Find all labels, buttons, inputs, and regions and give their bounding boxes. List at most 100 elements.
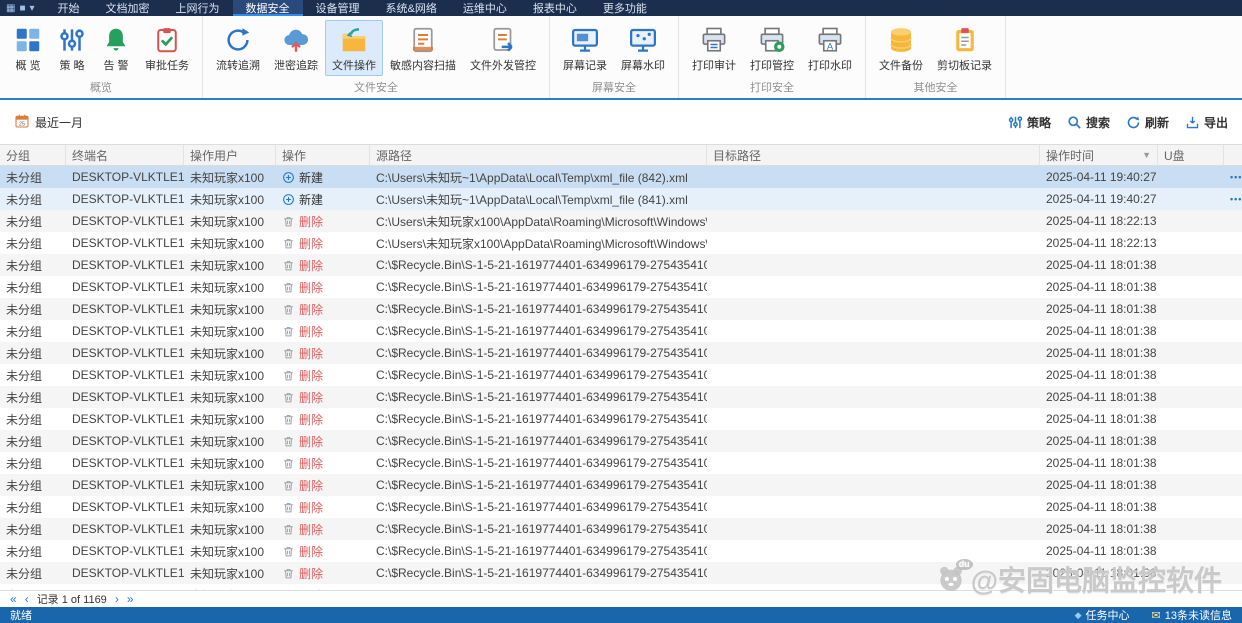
menu-tab-数据安全[interactable]: 数据安全 [232, 0, 303, 16]
ribbon-item-概览[interactable]: 概 览 [6, 20, 50, 76]
column-filter-icon[interactable]: ▼ [1142, 150, 1151, 160]
menu-tab-上网行为[interactable]: 上网行为 [163, 0, 233, 16]
cell-action: 删除 [276, 518, 370, 540]
table-row[interactable]: 未分组 DESKTOP-VLKTLE1 未知玩家x100 删除 C:\$Recycle.… [0, 320, 1242, 342]
menu-tab-文档加密[interactable]: 文档加密 [93, 0, 163, 16]
next-page-icon[interactable]: › [115, 593, 119, 605]
action-label: 新建 [299, 170, 324, 185]
menu-tab-运维中心[interactable]: 运维中心 [450, 0, 520, 16]
table-row[interactable]: 未分组 DESKTOP-VLKTLE1 未知玩家x100 删除 C:\$Recycle.… [0, 408, 1242, 430]
ribbon-item-审批任务[interactable]: 审批任务 [138, 20, 196, 76]
table-row[interactable]: 未分组 DESKTOP-VLKTLE1 未知玩家x100 删除 C:\$Recycle.… [0, 276, 1242, 298]
cell-source-path: C:\$Recycle.Bin\S-1-5-21-1619774401-6349… [376, 280, 707, 294]
cell-terminal: DESKTOP-VLKTLE1 [72, 500, 184, 514]
cell-group: 未分组 [6, 434, 43, 449]
table-row[interactable]: 未分组 DESKTOP-VLKTLE1 未知玩家x100 删除 C:\$Recycle.… [0, 430, 1242, 452]
table-row[interactable]: 未分组 DESKTOP-VLKTLE1 未知玩家x100 删除 C:\Users\未知玩… [0, 210, 1242, 232]
table-row[interactable]: 未分组 DESKTOP-VLKTLE1 未知玩家x100 删除 C:\$Recycle.… [0, 364, 1242, 386]
ribbon-item-剪切板记录[interactable]: 剪切板记录 [930, 20, 999, 76]
策略-button[interactable]: 策略 [1008, 114, 1051, 131]
menu-tab-系统&网络[interactable]: 系统&网络 [373, 0, 450, 16]
menu-tab-开始[interactable]: 开始 [45, 0, 93, 16]
cell-time: 2025-04-11 18:01:38 [1046, 456, 1157, 470]
row-menu-icon[interactable]: ••• [1230, 194, 1242, 204]
column-header-目标路径[interactable]: 目标路径 [707, 145, 1040, 165]
menu-tab-更多功能[interactable]: 更多功能 [590, 0, 660, 16]
column-header-操作[interactable]: 操作 [276, 145, 370, 165]
action-label: 新建 [299, 192, 324, 207]
table-row[interactable]: 未分组 DESKTOP-VLKTLE1 未知玩家x100 删除 C:\$Recycle.… [0, 496, 1242, 518]
cell-time: 2025-04-11 18:01:38 [1046, 324, 1157, 338]
first-page-icon[interactable]: « [10, 593, 17, 605]
trash-icon [282, 347, 295, 360]
ribbon-item-文件备份[interactable]: 文件备份 [872, 20, 930, 76]
cell-source-path: C:\$Recycle.Bin\S-1-5-21-1619774401-6349… [376, 544, 707, 558]
print-watermark-icon: A [815, 24, 845, 56]
column-header-终端名[interactable]: 终端名 [66, 145, 184, 165]
trash-icon [282, 567, 295, 580]
table-row[interactable]: 未分组 DESKTOP-VLKTLE1 未知玩家x100 删除 C:\$Recycle.… [0, 298, 1242, 320]
cell-terminal: DESKTOP-VLKTLE1 [72, 170, 184, 184]
menu-tab-报表中心[interactable]: 报表中心 [520, 0, 590, 16]
column-header-源路径[interactable]: 源路径 [370, 145, 707, 165]
ribbon-item-流转追溯[interactable]: 流转追溯 [209, 20, 267, 76]
ribbon-item-文件操作[interactable]: 文件操作 [325, 20, 383, 76]
table-row[interactable]: 未分组 DESKTOP-VLKTLE1 未知玩家x100 删除 C:\$Recycle.… [0, 342, 1242, 364]
task-center-button[interactable]: ◆ 任务中心 [1075, 607, 1130, 623]
cell-time: 2025-04-11 18:01:38 [1046, 412, 1157, 426]
ribbon-item-屏幕记录[interactable]: 屏幕记录 [556, 20, 614, 76]
cell-time: 2025-04-11 18:01:38 [1046, 544, 1157, 558]
column-header-操作用户[interactable]: 操作用户 [184, 145, 276, 165]
prev-page-icon[interactable]: ‹ [25, 593, 29, 605]
ribbon-item-泄密追踪[interactable]: 泄密追踪 [267, 20, 325, 76]
导出-button[interactable]: 导出 [1185, 114, 1228, 131]
ribbon-item-打印管控[interactable]: 打印管控 [743, 20, 801, 76]
table-row[interactable]: 未分组 DESKTOP-VLKTLE1 未知玩家x100 删除 C:\$Recycle.… [0, 540, 1242, 562]
application-window: ▦ ■ ▾ 开始 文档加密 上网行为 数据安全 设备管理 系统&网络 运维中心 报表中心 更多功… [0, 0, 1242, 623]
ribbon-item-文件外发管控[interactable]: 文件外发管控 [463, 20, 543, 76]
records-table: 分组 终端名 操作用户 操作 源路径 目标路径 操作时间 ▼ U盘 未分组 DESKTOP-VLK… [0, 144, 1242, 590]
task-center-icon: ◆ [1074, 609, 1082, 620]
ribbon-item-label: 打印审计 [692, 60, 736, 72]
table-row[interactable]: 未分组 DESKTOP-VLKTLE1 未知玩家x100 删除 C:\Users\未知玩… [0, 232, 1242, 254]
cell-usb [1158, 518, 1224, 540]
table-row[interactable]: 未分组 DESKTOP-VLKTLE1 未知玩家x100 删除 C:\$Recycle.… [0, 386, 1242, 408]
table-row[interactable]: 未分组 DESKTOP-VLKTLE1 未知玩家x100 删除 C:\$Recycle.… [0, 452, 1242, 474]
搜索-button[interactable]: 搜索 [1067, 114, 1110, 131]
table-row[interactable]: 未分组 DESKTOP-VLKTLE1 未知玩家x100 新建 C:\Users\未知玩… [0, 166, 1242, 188]
menu-tab-设备管理[interactable]: 设备管理 [303, 0, 373, 16]
cell-group: 未分组 [6, 214, 43, 229]
table-row[interactable]: 未分组 DESKTOP-VLKTLE1 未知玩家x100 新建 C:\Users\未知玩… [0, 188, 1242, 210]
policy-icon [1008, 115, 1023, 130]
table-row[interactable]: 未分组 DESKTOP-VLKTLE1 未知玩家x100 删除 C:\$Recycle.… [0, 474, 1242, 496]
column-header-分组[interactable]: 分组 [0, 145, 66, 165]
table-row[interactable]: 未分组 DESKTOP-VLKTLE1 未知玩家x100 删除 C:\$Recycle.… [0, 562, 1242, 584]
ribbon-item-策略[interactable]: 策 略 [50, 20, 94, 76]
date-range-filter[interactable]: 25 最近一月 [14, 113, 83, 132]
table-body: 未分组 DESKTOP-VLKTLE1 未知玩家x100 新建 C:\Users\未知玩… [0, 166, 1242, 590]
ribbon-item-敏感内容扫描[interactable]: 敏感内容扫描 [383, 20, 463, 76]
cell-row-menu [1224, 320, 1242, 342]
cell-action: 删除 [276, 364, 370, 386]
window-menu-button[interactable]: ▦ ■ ▾ [0, 0, 45, 16]
cell-terminal: DESKTOP-VLKTLE1 [72, 324, 184, 338]
刷新-button[interactable]: 刷新 [1126, 114, 1169, 131]
ribbon-item-告警[interactable]: 告 警 [94, 20, 138, 76]
ribbon-item-打印水印[interactable]: A 打印水印 [801, 20, 859, 76]
cell-time: 2025-04-11 18:01:38 [1046, 390, 1157, 404]
unread-messages-button[interactable]: ✉ 13条未读信息 [1152, 607, 1232, 623]
last-page-icon[interactable]: » [127, 593, 134, 605]
cell-source-path: C:\$Recycle.Bin\S-1-5-21-1619774401-6349… [376, 346, 707, 360]
ribbon-item-打印审计[interactable]: 打印审计 [685, 20, 743, 76]
cell-group: 未分组 [6, 544, 43, 559]
cell-terminal: DESKTOP-VLKTLE1 [72, 456, 184, 470]
column-header-U盘[interactable]: U盘 [1158, 145, 1224, 165]
ribbon-item-label: 审批任务 [145, 60, 189, 72]
table-row[interactable]: 未分组 DESKTOP-VLKTLE1 未知玩家x100 删除 C:\$Recycle.… [0, 254, 1242, 276]
row-menu-icon[interactable]: ••• [1230, 172, 1242, 182]
cell-time: 2025-04-11 18:01:38 [1046, 346, 1157, 360]
cell-usb [1158, 562, 1224, 584]
column-header-操作时间[interactable]: 操作时间 ▼ [1040, 145, 1158, 165]
ribbon-item-屏幕水印[interactable]: 屏幕水印 [614, 20, 672, 76]
table-row[interactable]: 未分组 DESKTOP-VLKTLE1 未知玩家x100 删除 C:\$Recycle.… [0, 518, 1242, 540]
